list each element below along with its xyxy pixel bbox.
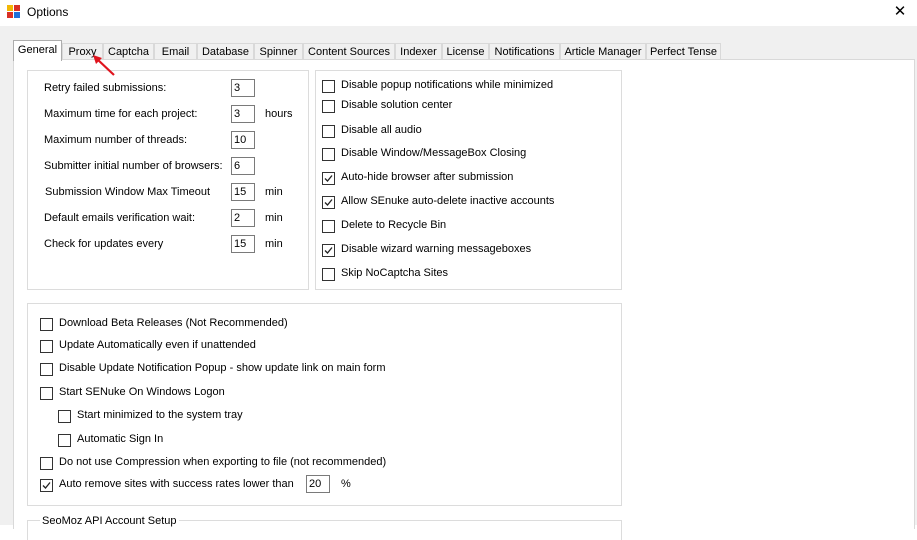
close-button[interactable]: ✕ bbox=[888, 1, 912, 23]
seomoz-group-title: SeoMoz API Account Setup bbox=[40, 515, 179, 527]
tab-notifications[interactable]: Notifications bbox=[489, 43, 560, 59]
max-time-label: Maximum time for each project: bbox=[44, 108, 198, 120]
timeout-input[interactable] bbox=[231, 183, 255, 201]
checkbox[interactable] bbox=[322, 268, 335, 281]
tab-license[interactable]: License bbox=[442, 43, 489, 59]
auto-remove-percent-unit: % bbox=[341, 478, 351, 490]
numeric-settings-group: Retry failed submissions: Maximum time f… bbox=[27, 70, 309, 290]
check-icon bbox=[324, 247, 333, 254]
update-options-group: Download Beta Releases (Not Recommended)… bbox=[27, 303, 622, 506]
app-icon bbox=[7, 5, 20, 18]
auto-remove-rate-input[interactable] bbox=[306, 475, 330, 493]
retry-input[interactable] bbox=[231, 79, 255, 97]
updates-unit: min bbox=[265, 238, 283, 250]
emails-wait-label: Default emails verification wait: bbox=[44, 212, 196, 224]
seomoz-group: SeoMoz API Account Setup bbox=[27, 515, 622, 540]
checkbox[interactable] bbox=[322, 100, 335, 113]
tab-email[interactable]: Email bbox=[154, 43, 197, 59]
checkbox[interactable] bbox=[40, 340, 53, 353]
close-icon: ✕ bbox=[893, 3, 907, 20]
updates-input[interactable] bbox=[231, 235, 255, 253]
checkbox[interactable] bbox=[322, 220, 335, 233]
checkbox-checked[interactable] bbox=[40, 479, 53, 492]
checkbox[interactable] bbox=[40, 318, 53, 331]
checkbox[interactable] bbox=[40, 363, 53, 376]
general-tab-page: Retry failed submissions: Maximum time f… bbox=[13, 59, 915, 540]
browsers-input[interactable] bbox=[231, 157, 255, 175]
checkbox-checked[interactable] bbox=[322, 172, 335, 185]
checkbox-checked[interactable] bbox=[322, 244, 335, 257]
tab-indexer[interactable]: Indexer bbox=[395, 43, 442, 59]
tab-spinner[interactable]: Spinner bbox=[254, 43, 303, 59]
checkbox[interactable] bbox=[322, 80, 335, 93]
red-arrow-icon bbox=[93, 55, 115, 76]
checkbox[interactable] bbox=[322, 148, 335, 161]
check-icon bbox=[324, 175, 333, 182]
checkbox[interactable] bbox=[58, 410, 71, 423]
tab-general[interactable]: General bbox=[13, 40, 62, 61]
check-icon bbox=[324, 199, 333, 206]
retry-label: Retry failed submissions: bbox=[44, 82, 167, 94]
window-title: Options bbox=[27, 5, 69, 19]
check-icon bbox=[42, 482, 51, 489]
checkbox[interactable] bbox=[40, 457, 53, 470]
emails-wait-unit: min bbox=[265, 212, 283, 224]
checkbox-checked[interactable] bbox=[322, 196, 335, 209]
behavior-options-group: Disable popup notifications while minimi… bbox=[315, 70, 622, 290]
timeout-label: Submission Window Max Timeout bbox=[45, 186, 211, 198]
tab-content-sources[interactable]: Content Sources bbox=[303, 43, 395, 59]
threads-input[interactable] bbox=[231, 131, 255, 149]
threads-label: Maximum number of threads: bbox=[44, 134, 188, 146]
max-time-unit: hours bbox=[265, 108, 293, 120]
timeout-unit: min bbox=[265, 186, 283, 198]
tab-article-manager[interactable]: Article Manager bbox=[560, 43, 646, 59]
updates-label: Check for updates every bbox=[44, 238, 164, 250]
checkbox[interactable] bbox=[58, 434, 71, 447]
tab-database[interactable]: Database bbox=[197, 43, 254, 59]
emails-wait-input[interactable] bbox=[231, 209, 255, 227]
checkbox[interactable] bbox=[322, 125, 335, 138]
browsers-label: Submitter initial number of browsers: bbox=[44, 160, 223, 172]
max-time-input[interactable] bbox=[231, 105, 255, 123]
tab-perfect-tense[interactable]: Perfect Tense bbox=[646, 43, 721, 59]
checkbox[interactable] bbox=[40, 387, 53, 400]
title-bar: Options ✕ bbox=[0, 0, 917, 26]
